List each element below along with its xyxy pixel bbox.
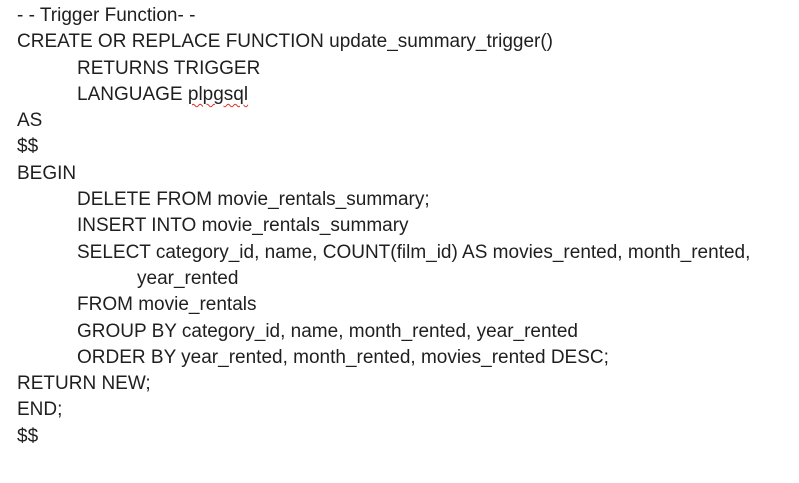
end-line: END; <box>17 399 63 421</box>
language-line: LANGUAGE plpgsql <box>17 82 797 108</box>
comment-line: - - Trigger Function- - <box>17 5 196 26</box>
return-line: RETURN NEW; <box>17 373 151 395</box>
delete-line: DELETE FROM movie_rentals_summary; <box>77 189 430 211</box>
dollar-quote-open-line: $$ <box>17 136 39 158</box>
as-line: AS <box>17 110 43 132</box>
insert-line: INSERT INTO movie_rentals_summary <box>77 215 409 237</box>
group-by-line: GROUP BY category_id, name, month_rented… <box>77 320 578 342</box>
select-continuation-line: year_rented <box>137 267 239 289</box>
order-by-line: ORDER BY year_rented, month_rented, movi… <box>77 346 609 368</box>
select-line: SELECT category_id, name, COUNT(film_id)… <box>77 241 751 263</box>
from-line: FROM movie_rentals <box>77 294 257 316</box>
language-keyword: LANGUAGE <box>77 83 188 105</box>
begin-line: BEGIN <box>17 162 77 184</box>
sql-document: - - Trigger Function- - CREATE OR REPLAC… <box>17 3 797 450</box>
spellcheck-flagged-word[interactable]: plpgsql <box>188 84 248 105</box>
dollar-quote-close-line: $$ <box>17 425 39 447</box>
returns-line: RETURNS TRIGGER <box>77 57 261 79</box>
create-function-line: CREATE OR REPLACE FUNCTION update_summar… <box>17 31 553 53</box>
